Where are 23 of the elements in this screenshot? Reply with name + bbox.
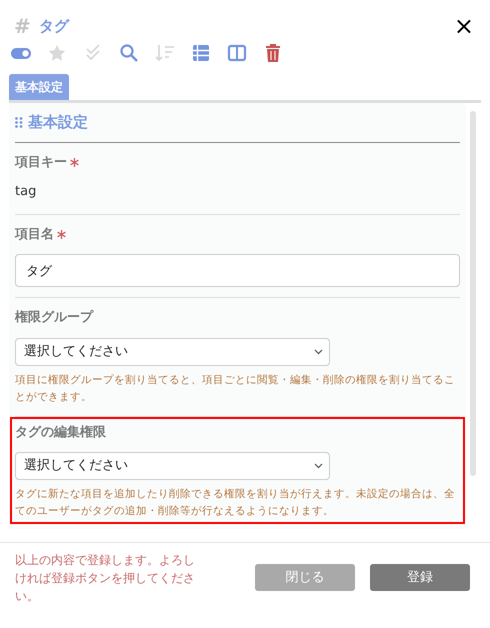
section-title: 基本設定 (28, 112, 88, 133)
select-field[interactable]: 選択してください (15, 338, 330, 366)
search-icon[interactable] (118, 42, 140, 64)
field-value: tag (15, 183, 36, 201)
hash-symbol: # (14, 16, 31, 36)
chevron-down-icon (314, 463, 323, 469)
dialog-title: タグ (38, 16, 69, 37)
confirmation-message: 以上の内容で登録します。よろしければ登録ボタンを押してください。 (15, 552, 195, 605)
chevron-down-icon (314, 348, 323, 354)
close-button[interactable]: × (454, 14, 474, 38)
field-label: 権限グループ (15, 308, 93, 327)
register-button[interactable]: 登録 (370, 564, 470, 591)
field-label: 項目キー (15, 154, 67, 172)
help-text: タグに新たな項目を追加したり削除できる権限を割り当が行えます。未設定の場合は、全てのユーザーがタグの追加・削除等が行なえるようになります。 (15, 487, 456, 519)
field-label: タグの編集権限 (15, 424, 106, 442)
select-field[interactable]: 選択してください (15, 452, 330, 480)
field-label: 項目名 (15, 226, 54, 244)
scrollbar[interactable] (470, 111, 476, 476)
drag-handle-icon (15, 116, 23, 128)
help-text: 項目に権限グループを割り当てると、項目ごとに閲覧・編集・削除の権限を割り当てることができます。 (15, 372, 456, 404)
columns-icon[interactable] (226, 42, 248, 64)
list-icon[interactable] (190, 42, 212, 64)
input-field[interactable]: タグ (15, 254, 460, 287)
